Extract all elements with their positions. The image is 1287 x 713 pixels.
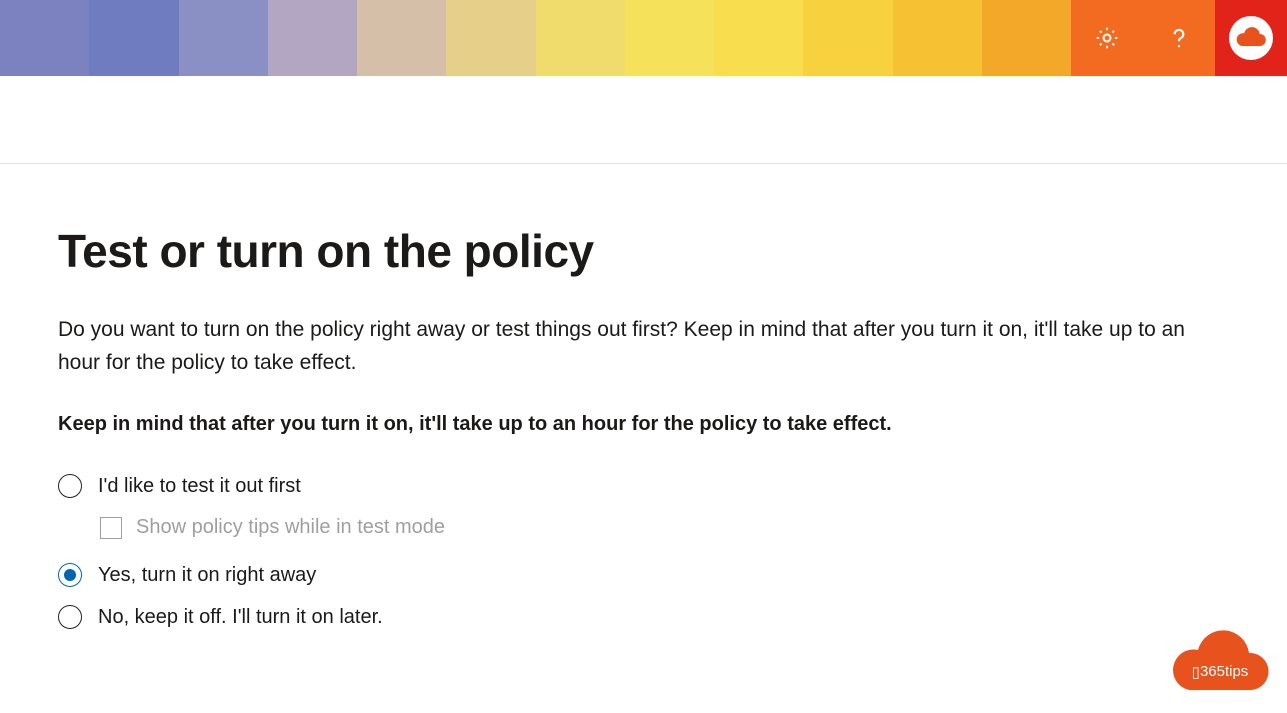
watermark-logo: ▯365tips — [1167, 629, 1273, 699]
radio-label: No, keep it off. I'll turn it on later. — [98, 606, 383, 629]
profile-avatar — [1229, 16, 1273, 60]
radio-icon — [58, 563, 82, 587]
gear-icon — [1094, 25, 1120, 51]
warning-text: Keep in mind that after you turn it on, … — [58, 413, 1229, 436]
profile-cloud-icon — [1235, 26, 1267, 50]
page-title: Test or turn on the policy — [58, 224, 1229, 278]
checkbox-label: Show policy tips while in test mode — [136, 516, 445, 539]
watermark-text: ▯365tips — [1167, 663, 1273, 681]
help-icon — [1166, 25, 1192, 51]
main-content: Test or turn on the policy Do you want t… — [0, 164, 1287, 629]
top-bar — [0, 0, 1287, 76]
radio-icon — [58, 605, 82, 629]
radio-option-no[interactable]: No, keep it off. I'll turn it on later. — [58, 605, 1229, 629]
top-bar-actions — [1071, 0, 1287, 76]
sub-bar — [0, 76, 1287, 164]
profile-button[interactable] — [1215, 0, 1287, 76]
settings-button[interactable] — [1071, 0, 1143, 76]
top-bar-gradient — [0, 0, 1071, 76]
help-button[interactable] — [1143, 0, 1215, 76]
radio-option-yes[interactable]: Yes, turn it on right away — [58, 563, 1229, 587]
radio-option-test[interactable]: I'd like to test it out first — [58, 474, 1229, 498]
radio-label: Yes, turn it on right away — [98, 564, 316, 587]
checkbox-icon — [100, 517, 122, 539]
checkbox-option-policy-tips[interactable]: Show policy tips while in test mode — [100, 516, 1229, 539]
intro-text: Do you want to turn on the policy right … — [58, 314, 1198, 379]
radio-label: I'd like to test it out first — [98, 475, 301, 498]
radio-icon — [58, 474, 82, 498]
